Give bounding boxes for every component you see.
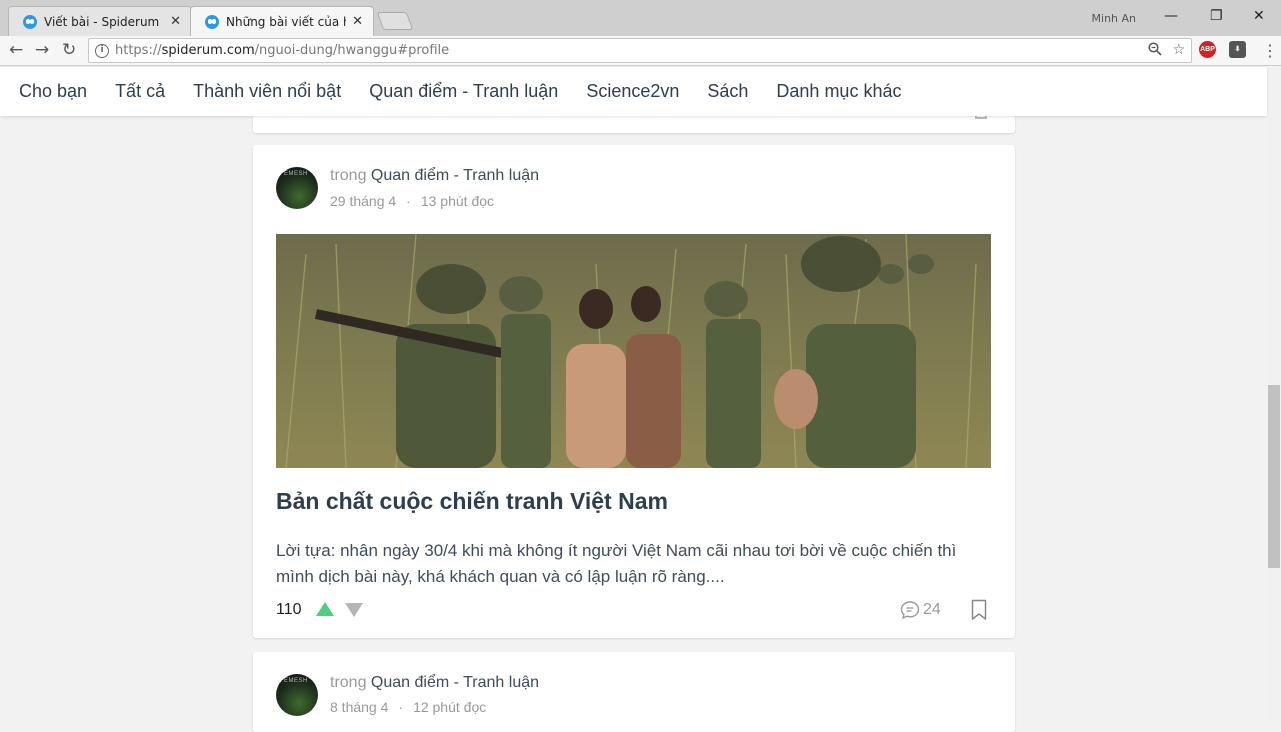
zoom-icon[interactable]	[1148, 42, 1163, 60]
category-link[interactable]: Quan điểm - Tranh luận	[371, 674, 539, 691]
address-bar[interactable]: i https://spiderum.com/nguoi-dung/hwangg…	[88, 38, 1192, 63]
close-icon[interactable]: ✕	[170, 14, 181, 29]
nav-cho-ban[interactable]: Cho bạn	[19, 81, 87, 102]
post-card-next: trong Quan điểm - Tranh luận 8 tháng 4 · 1…	[253, 652, 1015, 732]
post-meta: 8 tháng 4 · 12 phút đọc	[330, 699, 486, 715]
browser-toolbar: ← → ↻ i https://spiderum.com/nguoi-dung/…	[0, 36, 1281, 66]
profile-name[interactable]: Minh An	[1092, 12, 1136, 25]
comment-icon[interactable]	[900, 600, 920, 625]
browser-tab-strip: Viết bài - Spiderum ✕ Những bài viết của…	[0, 0, 1281, 36]
url-host: spiderum.com	[161, 43, 255, 58]
tab-title: Những bài viết của hwanggu	[226, 14, 346, 29]
download-extension-icon[interactable]: ⬇	[1229, 41, 1246, 58]
restore-icon[interactable]: ❐	[1210, 8, 1223, 24]
post-date: 29 tháng 4	[330, 193, 397, 209]
read-time: 13 phút đọc	[420, 193, 495, 209]
star-bookmark-icon[interactable]: ☆	[1172, 42, 1185, 60]
page-scrollbar-thumb[interactable]	[1268, 385, 1280, 568]
close-icon[interactable]: ✕	[352, 14, 363, 29]
bookmark-icon[interactable]	[971, 599, 987, 626]
avatar[interactable]	[276, 674, 318, 716]
reload-icon[interactable]: ↻	[62, 40, 76, 60]
tab-viet-bai[interactable]: Viết bài - Spiderum ✕	[8, 6, 192, 36]
post-title[interactable]: Bản chất cuộc chiến tranh Việt Nam	[276, 488, 668, 515]
category-prefix: trong	[330, 167, 367, 184]
nav-danh-muc-khac[interactable]: Danh mục khác	[776, 81, 901, 102]
spiderum-favicon-icon	[23, 14, 37, 29]
url-path: /nguoi-dung/hwanggu#profile	[254, 43, 450, 58]
read-time: 12 phút đọc	[413, 699, 487, 715]
forward-arrow-icon[interactable]: →	[35, 40, 49, 60]
vote-count: 110	[276, 601, 302, 618]
tab-nhung-bai-viet[interactable]: Những bài viết của hwanggu ✕	[190, 6, 374, 36]
window-close-icon[interactable]: ✕	[1253, 8, 1265, 24]
upvote-icon[interactable]	[316, 602, 334, 616]
category-link[interactable]: Quan điểm - Tranh luận	[371, 167, 539, 184]
nav-sach[interactable]: Sách	[707, 81, 748, 102]
tab-title: Viết bài - Spiderum	[44, 14, 160, 29]
post-cover-image[interactable]	[276, 234, 991, 468]
post-meta: 29 tháng 4 · 13 phút đọc	[330, 193, 494, 209]
url-scheme: https://	[115, 43, 162, 58]
minimize-icon[interactable]: —	[1164, 8, 1178, 24]
post-excerpt[interactable]: Lời tựa: nhân ngày 30/4 khi mà không ít …	[276, 538, 991, 590]
post-category-line: trong Quan điểm - Tranh luận	[330, 167, 539, 185]
meta-separator: ·	[406, 193, 411, 209]
chrome-menu-icon[interactable]: ⋮	[1262, 41, 1278, 61]
post-category-line: trong Quan điểm - Tranh luận	[330, 674, 539, 692]
nav-thanh-vien-noi-bat[interactable]: Thành viên nổi bật	[193, 81, 341, 102]
downvote-icon[interactable]	[345, 603, 363, 617]
nav-quan-diem-tranh-luan[interactable]: Quan điểm - Tranh luận	[369, 81, 558, 102]
nav-tat-ca[interactable]: Tất cả	[115, 81, 165, 102]
comment-count: 24	[923, 601, 941, 618]
category-prefix: trong	[330, 674, 367, 691]
site-category-nav: Cho bạn Tất cả Thành viên nổi bật Quan đ…	[0, 67, 1267, 116]
meta-separator: ·	[398, 699, 404, 715]
back-arrow-icon[interactable]: ←	[9, 40, 23, 60]
post-date: 8 tháng 4	[330, 699, 389, 715]
avatar[interactable]	[276, 167, 318, 209]
adblock-extension-icon[interactable]: ABP	[1199, 41, 1216, 58]
spiderum-favicon-icon	[205, 14, 219, 29]
info-icon[interactable]: i	[95, 43, 109, 58]
new-tab-button[interactable]	[376, 12, 414, 30]
nav-science2vn[interactable]: Science2vn	[586, 81, 679, 102]
post-card: trong Quan điểm - Tranh luận 29 tháng 4 ·…	[253, 145, 1015, 638]
